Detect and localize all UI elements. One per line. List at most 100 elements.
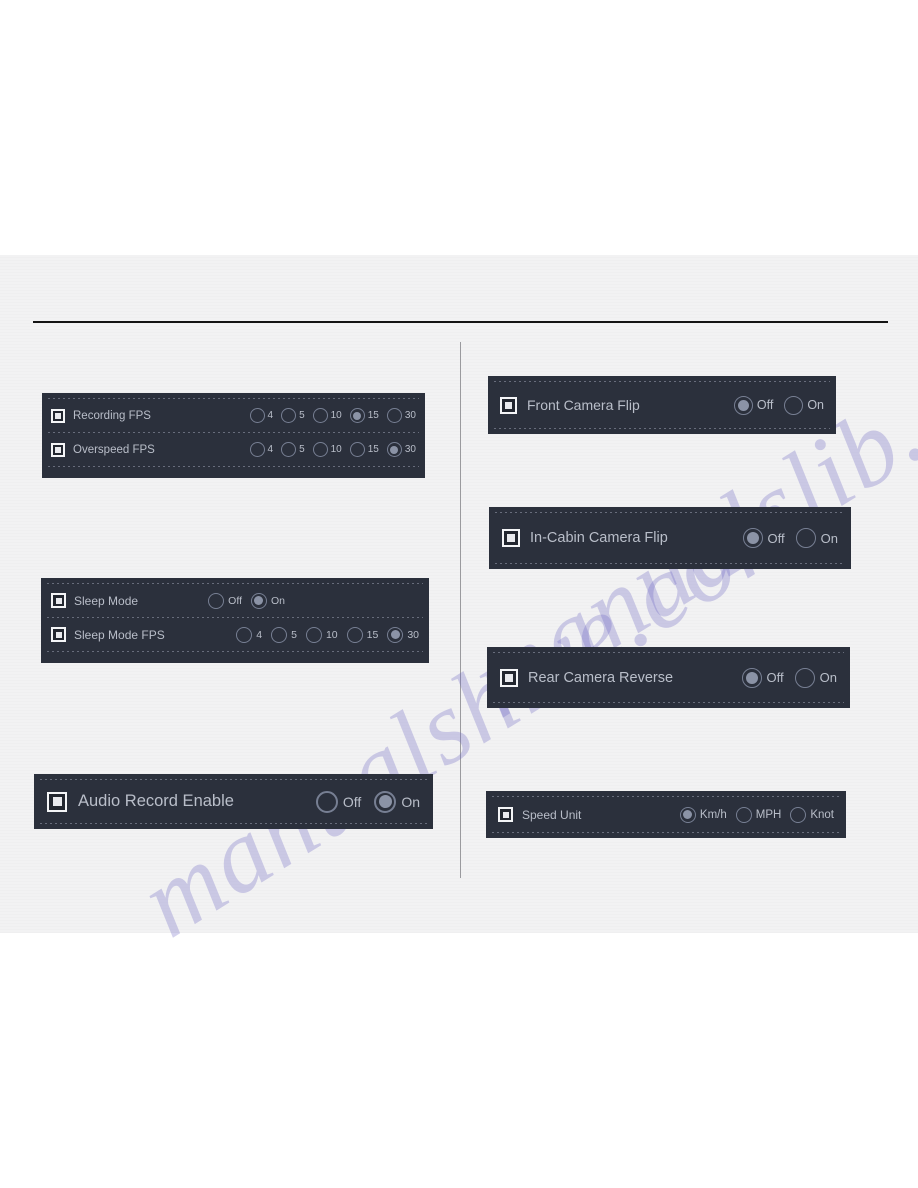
radio-inner-dot (378, 795, 392, 808)
radio-unselected-icon[interactable] (735, 806, 752, 823)
radio-group-in-cabin-camera-flip: Off On (742, 528, 838, 548)
radio-option-sleep-mode-fps-30[interactable]: 30 (387, 626, 419, 643)
radio-option-label: On (807, 398, 824, 412)
radio-unselected-icon[interactable] (281, 442, 297, 457)
setting-label-group: In-Cabin Camera Flip (502, 529, 668, 547)
radio-option-overspeed-fps-10[interactable]: 10 (312, 442, 342, 457)
radio-option-sleep-mode-fps-15[interactable]: 15 (346, 626, 378, 643)
radio-option-label: On (820, 530, 838, 546)
radio-option-overspeed-fps-15[interactable]: 15 (349, 442, 379, 457)
radio-unselected-icon[interactable] (305, 626, 322, 643)
radio-option-overspeed-fps-5[interactable]: 5 (281, 442, 305, 457)
setting-row-rear-camera-reverse: Rear Camera Reverse Off On (487, 653, 850, 702)
checkbox-inner-square (507, 534, 515, 542)
radio-unselected-icon[interactable] (790, 806, 807, 823)
radio-selected-icon[interactable] (349, 408, 365, 423)
radio-unselected-icon[interactable] (794, 667, 815, 688)
radio-option-audio-record-enable-on[interactable]: On (374, 790, 420, 813)
setting-row-overspeed-fps: Overspeed FPS 4 5 10 15 30 (42, 433, 425, 466)
checkbox-inner-square (505, 673, 513, 682)
radio-option-sleep-mode-on[interactable]: On (250, 592, 285, 609)
setting-row-front-camera-flip: Front Camera Flip Off On (488, 382, 836, 428)
radio-option-front-camera-flip-on[interactable]: On (784, 395, 824, 415)
radio-option-speed-unit-km-h[interactable]: Km/h (679, 806, 727, 823)
setting-row-in-cabin-camera-flip: In-Cabin Camera Flip Off On (489, 513, 851, 563)
radio-option-front-camera-flip-off[interactable]: Off (733, 395, 773, 415)
radio-option-audio-record-enable-off[interactable]: Off (315, 790, 361, 813)
radio-unselected-icon[interactable] (346, 626, 363, 643)
radio-unselected-icon[interactable] (784, 395, 804, 415)
setting-label: In-Cabin Camera Flip (530, 530, 668, 546)
radio-unselected-icon[interactable] (236, 626, 253, 643)
radio-option-speed-unit-mph[interactable]: MPH (735, 806, 781, 823)
radio-unselected-icon[interactable] (271, 626, 288, 643)
radio-option-label: Km/h (699, 808, 727, 821)
radio-selected-icon[interactable] (250, 592, 267, 609)
checkbox-checked-icon[interactable] (51, 408, 65, 423)
setting-label-group: Speed Unit (498, 807, 581, 822)
checkbox-checked-icon[interactable] (500, 396, 517, 414)
radio-option-in-cabin-camera-flip-on[interactable]: On (795, 528, 838, 548)
checkbox-checked-icon[interactable] (498, 807, 513, 822)
setting-label-group: Audio Record Enable (47, 791, 234, 812)
radio-selected-icon[interactable] (742, 528, 763, 548)
checkbox-checked-icon[interactable] (502, 529, 520, 547)
radio-option-sleep-mode-fps-10[interactable]: 10 (305, 626, 338, 643)
radio-option-rear-camera-reverse-on[interactable]: On (794, 667, 837, 688)
radio-selected-icon[interactable] (374, 790, 397, 813)
radio-option-overspeed-fps-4[interactable]: 4 (249, 442, 274, 457)
radio-option-sleep-mode-off[interactable]: Off (208, 592, 242, 609)
radio-option-recording-fps-30[interactable]: 30 (386, 408, 416, 423)
radio-group-front-camera-flip: Off On (733, 395, 824, 415)
checkbox-checked-icon[interactable] (500, 668, 518, 687)
radio-option-label: On (819, 670, 837, 685)
radio-unselected-icon[interactable] (249, 442, 265, 457)
radio-option-in-cabin-camera-flip-off[interactable]: Off (742, 528, 785, 548)
radio-option-overspeed-fps-30[interactable]: 30 (386, 442, 416, 457)
radio-unselected-icon[interactable] (315, 790, 338, 813)
dotted-separator (47, 617, 423, 618)
radio-selected-icon[interactable] (733, 395, 753, 415)
setting-label: Overspeed FPS (73, 443, 155, 456)
panel-front-camera-flip: Front Camera Flip Off On (488, 376, 836, 434)
radio-option-label: 15 (367, 444, 379, 455)
radio-unselected-icon[interactable] (281, 408, 297, 423)
setting-row-recording-fps: Recording FPS 4 5 10 15 30 (42, 399, 425, 432)
checkbox-inner-square (55, 597, 62, 604)
radio-inner-dot (683, 810, 693, 819)
radio-selected-icon[interactable] (386, 442, 402, 457)
radio-group-speed-unit: Km/h MPH Knot (679, 806, 834, 823)
radio-selected-icon[interactable] (679, 806, 696, 823)
radio-selected-icon[interactable] (387, 626, 404, 643)
radio-unselected-icon[interactable] (208, 592, 225, 609)
radio-inner-dot (746, 532, 759, 544)
radio-option-sleep-mode-fps-4[interactable]: 4 (236, 626, 263, 643)
checkbox-checked-icon[interactable] (51, 593, 66, 608)
radio-selected-icon[interactable] (741, 667, 762, 688)
radio-option-sleep-mode-fps-5[interactable]: 5 (271, 626, 297, 643)
radio-option-label: 4 (267, 444, 274, 455)
radio-option-recording-fps-10[interactable]: 10 (312, 408, 342, 423)
checkbox-checked-icon[interactable] (47, 791, 67, 812)
radio-option-recording-fps-15[interactable]: 15 (349, 408, 379, 423)
panel-recording-fps: Recording FPS 4 5 10 15 30 Overspeed FPS 4 5 10 15… (42, 393, 425, 478)
radio-option-speed-unit-knot[interactable]: Knot (790, 806, 834, 823)
radio-unselected-icon[interactable] (312, 442, 328, 457)
radio-unselected-icon[interactable] (386, 408, 402, 423)
checkbox-checked-icon[interactable] (51, 627, 66, 642)
radio-unselected-icon[interactable] (249, 408, 265, 423)
radio-unselected-icon[interactable] (795, 528, 816, 548)
radio-inner-dot (253, 412, 261, 420)
checkbox-checked-icon[interactable] (51, 442, 65, 457)
setting-label-group: Sleep Mode FPS (51, 627, 165, 642)
radio-option-rear-camera-reverse-off[interactable]: Off (741, 667, 784, 688)
radio-option-recording-fps-4[interactable]: 4 (249, 408, 273, 423)
radio-option-label: 30 (407, 628, 419, 641)
radio-unselected-icon[interactable] (349, 442, 365, 457)
checkbox-inner-square (505, 401, 512, 409)
radio-option-recording-fps-5[interactable]: 5 (281, 408, 305, 423)
dotted-separator (48, 432, 419, 433)
radio-unselected-icon[interactable] (312, 408, 328, 423)
radio-option-label: 4 (256, 628, 263, 641)
radio-inner-dot (275, 630, 284, 639)
